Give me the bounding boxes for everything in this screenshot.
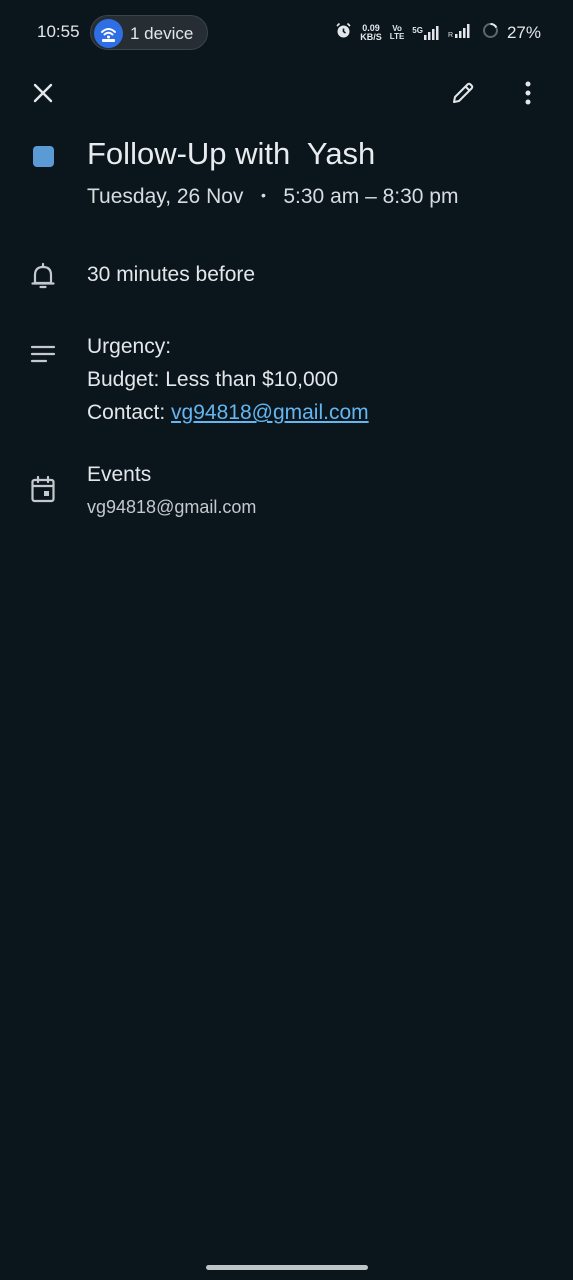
event-color-chip (33, 146, 54, 167)
close-icon (32, 82, 54, 109)
edit-button[interactable] (443, 75, 483, 115)
hotspot-label: 1 device (130, 24, 194, 43)
signal-icon: R (448, 23, 474, 43)
calendar-name: Events (87, 463, 152, 486)
status-bar: 10:55 1 device 0.09 KB/S Vo LTE 5G R 27% (0, 0, 573, 66)
network-speed: 0.09 KB/S (360, 23, 382, 42)
volte-indicator: Vo LTE (389, 24, 405, 41)
description-line-contact: Contact: vg94818@gmail.com (87, 396, 369, 429)
notes-icon (28, 339, 58, 369)
signal-5g-icon: 5G (412, 26, 440, 40)
battery-percent: 27% (506, 23, 541, 42)
reminder-text: 30 minutes before (87, 263, 256, 286)
status-time: 10:55 (37, 22, 80, 41)
alarm-icon (335, 22, 352, 44)
close-button[interactable] (23, 75, 63, 115)
calendar-account: vg94818@gmail.com (87, 497, 257, 517)
event-title: Follow-Up with Yash (87, 136, 376, 171)
hotspot-icon (94, 19, 123, 48)
more-options-button[interactable] (508, 75, 548, 115)
event-detail-screen: 10:55 1 device 0.09 KB/S Vo LTE 5G R 27%… (0, 0, 573, 1280)
pencil-icon (450, 80, 476, 111)
description-line-urgency: Urgency: (87, 335, 172, 358)
svg-text:R: R (448, 32, 453, 38)
date-separator: • (260, 187, 266, 203)
home-indicator[interactable] (206, 1265, 368, 1270)
bell-icon (28, 261, 58, 291)
event-time-range: 5:30 am – 8:30 pm (283, 185, 459, 208)
calendar-icon (28, 474, 58, 504)
event-date: Tuesday, 26 Nov (87, 185, 244, 208)
hotspot-indicator[interactable]: 1 device (90, 15, 208, 50)
contact-label: Contact: (87, 401, 172, 424)
description-line-budget: Budget: Less than $10,000 (87, 368, 339, 391)
status-icons: 0.09 KB/S Vo LTE 5G R 27% (335, 18, 541, 48)
event-datetime: Tuesday, 26 Nov • 5:30 am – 8:30 pm (87, 185, 458, 209)
more-vert-icon (524, 81, 532, 110)
contact-email-link[interactable]: vg94818@gmail.com (171, 401, 369, 424)
event-description: Urgency: Budget: Less than $10,000 Conta… (87, 330, 369, 429)
battery-icon (482, 22, 499, 44)
